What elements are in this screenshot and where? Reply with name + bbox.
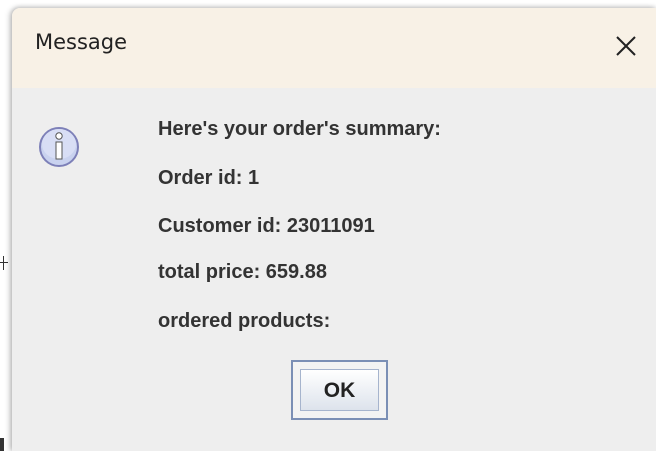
ok-button-face[interactable]: OK	[300, 369, 379, 411]
background-line	[3, 256, 4, 270]
message-line-total-price: total price: 659.88	[158, 261, 327, 283]
close-button[interactable]	[608, 28, 644, 64]
info-icon	[38, 122, 80, 168]
background-line	[0, 262, 8, 263]
message-line-order-id: Order id: 1	[158, 167, 260, 189]
message-line-ordered-products: ordered products:	[158, 310, 331, 332]
message-line-customer-id: Customer id: 23011091	[158, 215, 375, 237]
background-line	[0, 438, 4, 451]
close-icon	[608, 28, 644, 64]
message-line-summary: Here's your order's summary:	[158, 118, 441, 140]
ok-button[interactable]: OK	[291, 360, 388, 420]
dialog-title-bar[interactable]: Message	[12, 8, 656, 88]
dialog-title: Message	[35, 30, 128, 54]
ok-button-label: OK	[323, 379, 356, 402]
message-dialog: Message Here's your order's summary: Ord…	[12, 8, 656, 451]
